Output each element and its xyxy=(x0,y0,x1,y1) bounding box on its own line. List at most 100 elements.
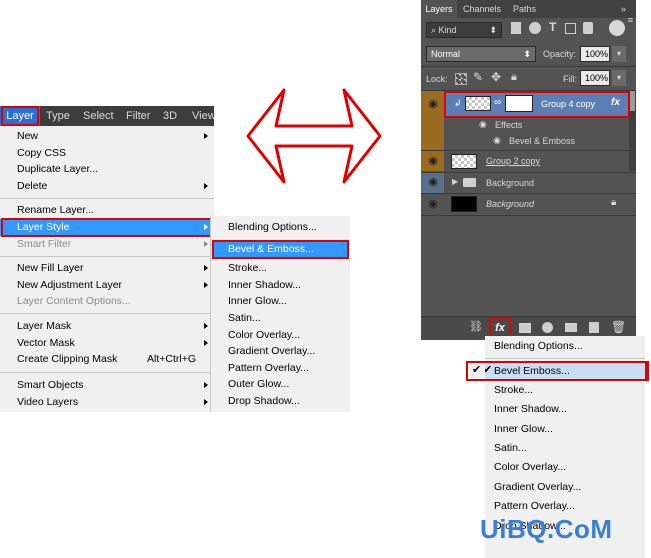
menu-type[interactable]: Type xyxy=(46,106,70,126)
filter-smart-object-icon[interactable] xyxy=(583,22,593,34)
tab-layers[interactable]: Layers xyxy=(421,0,457,18)
fx-item-color-overlay[interactable]: Color Overlay... xyxy=(494,459,566,476)
menu-item-new[interactable]: New xyxy=(17,128,38,144)
fx-item-inner-glow[interactable]: Inner Glow... xyxy=(494,421,553,438)
effect-visibility-eye-icon[interactable]: ◉ xyxy=(493,135,501,146)
submenu-arrow-icon xyxy=(204,340,208,346)
add-mask-icon[interactable] xyxy=(519,323,531,333)
adjustment-layer-icon[interactable] xyxy=(542,322,553,333)
menu-item-layer-mask[interactable]: Layer Mask xyxy=(17,318,71,334)
lock-transparency-icon[interactable] xyxy=(455,73,467,85)
visibility-eye-icon[interactable]: ◉ xyxy=(425,154,441,170)
panel-divider xyxy=(421,215,636,216)
fx-item-blending-options[interactable]: Blending Options... xyxy=(494,338,583,355)
menu-item-vector-mask[interactable]: Vector Mask xyxy=(17,335,75,351)
filter-adjustment-icon[interactable] xyxy=(529,22,541,34)
layer-effect-bevel-row[interactable]: ◉ Bevel & Emboss xyxy=(421,134,636,150)
fx-item-pattern-overlay[interactable]: Pattern Overlay... xyxy=(494,498,575,515)
new-group-icon[interactable] xyxy=(565,323,577,332)
opacity-dropdown-icon[interactable]: ▾ xyxy=(612,46,626,62)
fill-dropdown-icon[interactable]: ▾ xyxy=(612,70,626,86)
fx-item-inner-shadow[interactable]: Inner Shadow... xyxy=(494,401,567,418)
menu-item-label: Duplicate Layer... xyxy=(17,163,99,175)
new-layer-icon[interactable] xyxy=(589,322,599,333)
submenu-arrow-icon xyxy=(204,183,208,189)
menu-item-label: Delete xyxy=(17,180,48,192)
visibility-eye-icon[interactable]: ◉ xyxy=(425,175,441,191)
expand-arrow-icon[interactable]: ▶ xyxy=(452,177,458,186)
dropdown-arrow-icon: ⬍ xyxy=(489,25,497,35)
submenu-item-stroke[interactable]: Stroke... xyxy=(228,260,267,276)
panel-menu-icon[interactable]: ≡ xyxy=(628,15,633,25)
submenu-item-outer-glow[interactable]: Outer Glow... xyxy=(228,376,289,392)
link-layers-icon[interactable]: ⛓ xyxy=(469,320,483,333)
trash-icon[interactable]: 🗑︎ xyxy=(611,320,626,334)
panel-divider xyxy=(421,66,636,67)
fill-input[interactable]: 100% xyxy=(580,70,610,86)
fx-item-satin[interactable]: Satin... xyxy=(494,440,527,457)
submenu-arrow-icon xyxy=(204,133,208,139)
menu-item-label: Vector Mask xyxy=(17,337,75,349)
effects-label: Effects xyxy=(495,120,523,130)
lock-brush-icon[interactable]: ✎ xyxy=(473,70,483,84)
lock-label: Lock: xyxy=(426,74,448,84)
submenu-item-satin[interactable]: Satin... xyxy=(228,310,261,326)
menu-3d[interactable]: 3D xyxy=(163,106,177,126)
menu-item-delete[interactable]: Delete xyxy=(17,178,47,194)
lock-all-icon[interactable]: 🔒︎ xyxy=(511,71,517,84)
opacity-label: Opacity: xyxy=(543,49,577,59)
submenu-arrow-icon xyxy=(204,265,208,271)
filter-pixel-icon[interactable] xyxy=(511,22,521,34)
submenu-item-inner-glow[interactable]: Inner Glow... xyxy=(228,293,287,309)
menu-item-video-layers[interactable]: Video Layers xyxy=(17,394,78,410)
menu-view[interactable]: View xyxy=(192,106,216,126)
menu-item-duplicate-layer[interactable]: Duplicate Layer... xyxy=(17,161,98,177)
submenu-item-color-overlay[interactable]: Color Overlay... xyxy=(228,327,300,343)
visibility-eye-icon[interactable]: ◉ xyxy=(425,197,441,213)
panel-collapse-icon[interactable]: » xyxy=(621,4,626,14)
layer-effects-row[interactable]: ◉ Effects xyxy=(421,118,636,134)
layer-row-background[interactable]: ◉ Background 🔒︎ xyxy=(421,194,636,215)
submenu-item-drop-shadow[interactable]: Drop Shadow... xyxy=(228,393,300,409)
menu-item-label: Create Clipping Mask xyxy=(17,353,118,365)
layer-menu: New Copy CSS Duplicate Layer... Delete R… xyxy=(0,126,214,412)
menu-item-layer-content-options: Layer Content Options... xyxy=(17,293,131,309)
submenu-item-gradient-overlay[interactable]: Gradient Overlay... xyxy=(228,343,315,359)
tab-channels[interactable]: Channels xyxy=(463,0,501,18)
menu-filter[interactable]: Filter xyxy=(126,106,150,126)
menu-item-copy-css[interactable]: Copy CSS xyxy=(17,145,66,161)
blend-mode-select[interactable]: Normal ⬍ xyxy=(426,46,536,62)
filter-kind-select[interactable]: ⌕ Kind ⬍ xyxy=(426,22,502,38)
effect-visibility-eye-icon[interactable]: ◉ xyxy=(479,119,487,130)
layer-row-background-group[interactable]: ◉ ▶ Background xyxy=(421,173,636,193)
fx-item-stroke[interactable]: Stroke... xyxy=(494,382,533,399)
layer-name: Group 2 copy xyxy=(486,156,541,166)
menu-item-new-adjustment-layer[interactable]: New Adjustment Layer xyxy=(17,277,122,293)
scrollbar-thumb[interactable] xyxy=(630,91,635,111)
layer-row-group-2-copy[interactable]: ◉ Group 2 copy xyxy=(421,151,636,172)
submenu-arrow-icon xyxy=(204,382,208,388)
annotation-box xyxy=(489,317,511,337)
visibility-eye-icon[interactable]: ◉ xyxy=(425,97,441,113)
menu-item-smart-objects[interactable]: Smart Objects xyxy=(17,377,84,393)
menu-item-label: Smart Objects xyxy=(17,379,84,391)
submenu-item-inner-shadow[interactable]: Inner Shadow... xyxy=(228,277,301,293)
filter-shape-icon[interactable] xyxy=(565,23,576,34)
folder-icon xyxy=(463,178,476,187)
menu-item-new-fill-layer[interactable]: New Fill Layer xyxy=(17,260,84,276)
submenu-item-blending-options[interactable]: Blending Options... xyxy=(228,219,317,235)
menu-item-label: Layer Content Options... xyxy=(17,295,131,307)
menu-item-create-clipping-mask[interactable]: Create Clipping Mask Alt+Ctrl+G xyxy=(17,351,207,367)
menu-item-rename-layer[interactable]: Rename Layer... xyxy=(17,202,94,218)
opacity-input[interactable]: 100% xyxy=(580,46,610,62)
lock-move-icon[interactable]: ✥ xyxy=(491,70,501,84)
fx-item-gradient-overlay[interactable]: Gradient Overlay... xyxy=(494,479,581,496)
annotation-box xyxy=(466,361,649,381)
filter-toggle-icon[interactable] xyxy=(609,20,625,36)
layer-name: Background xyxy=(486,178,535,188)
menu-select[interactable]: Select xyxy=(83,106,114,126)
tab-paths[interactable]: Paths xyxy=(513,0,536,18)
filter-type-icon[interactable]: T xyxy=(549,20,556,34)
submenu-item-pattern-overlay[interactable]: Pattern Overlay... xyxy=(228,360,309,376)
menu-divider xyxy=(0,313,214,314)
